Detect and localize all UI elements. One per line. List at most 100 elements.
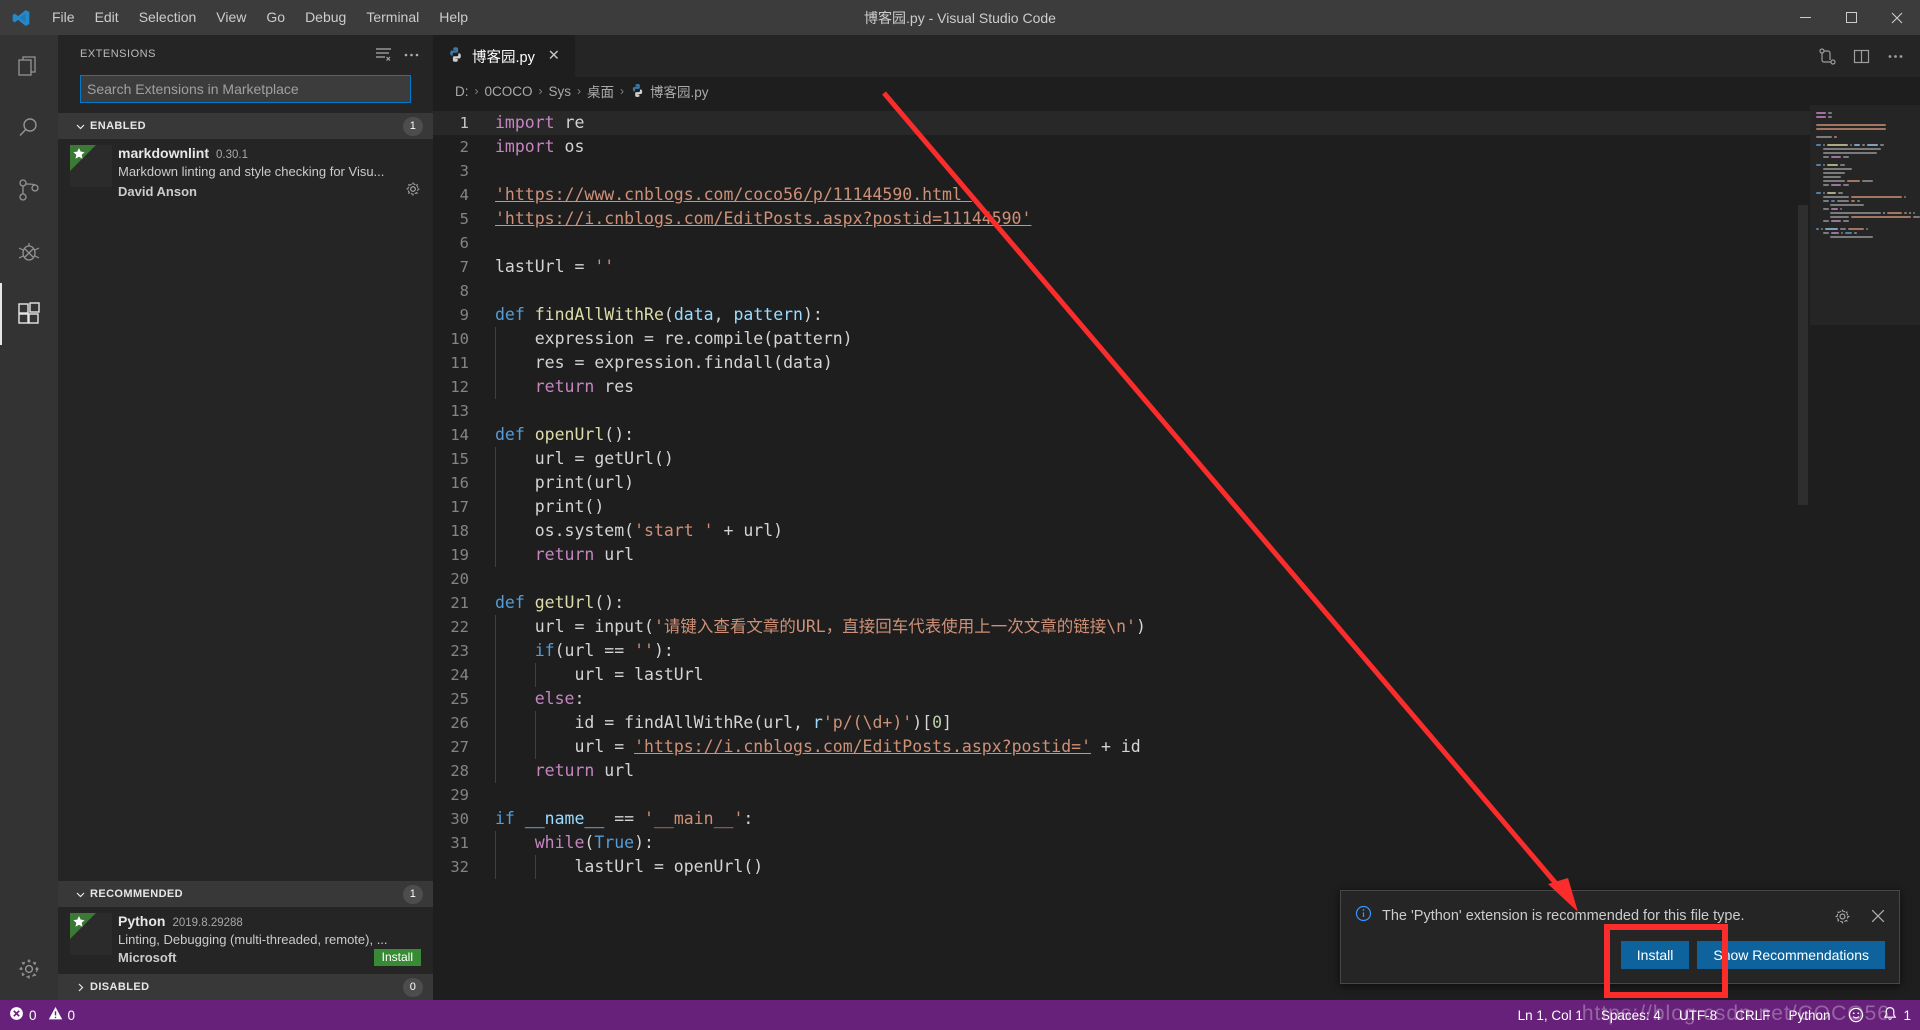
token-plain: url = xyxy=(495,737,634,756)
explorer-files-icon[interactable] xyxy=(0,35,58,97)
breadcrumb-separator: › xyxy=(575,84,583,98)
token-plain: url xyxy=(594,761,634,780)
token-str: 'https://i.cnblogs.com/EditPosts.aspx?po… xyxy=(634,737,1091,756)
python-extension-body: Python 2019.8.29288 Linting, Debugging (… xyxy=(118,913,421,966)
notification-gear-icon[interactable] xyxy=(1829,903,1855,929)
line-text: res = expression.findall(data) xyxy=(495,351,1810,375)
token-kw2: if xyxy=(535,641,555,660)
menu-file[interactable]: File xyxy=(42,0,85,35)
status-feedback-smiley-icon[interactable] xyxy=(1839,1000,1873,1030)
split-editor-icon[interactable] xyxy=(1846,41,1876,71)
indent-guide xyxy=(495,639,496,663)
sidebar-more-actions-icon[interactable] xyxy=(397,40,425,68)
markdownlint-gear-icon[interactable] xyxy=(405,181,421,202)
code-line: 4'https://www.cnblogs.com/coco56/p/11144… xyxy=(433,183,1810,207)
bell-icon xyxy=(1882,1006,1898,1025)
menu-go[interactable]: Go xyxy=(256,0,295,35)
sidebar-header: EXTENSIONS xyxy=(58,35,433,73)
maximize-button[interactable] xyxy=(1828,0,1874,35)
minimap-slider[interactable] xyxy=(1810,105,1920,325)
code-line: 2import os xyxy=(433,135,1810,159)
token-kw: return xyxy=(535,377,595,396)
extension-item-markdownlint[interactable]: markdownlint 0.30.1 Markdown linting and… xyxy=(58,139,433,210)
status-cursor-position[interactable]: Ln 1, Col 1 xyxy=(1509,1000,1592,1030)
breadcrumb-item-desktop[interactable]: 桌面 xyxy=(587,81,614,101)
section-recommended-header[interactable]: RECOMMENDED 1 xyxy=(58,881,433,907)
status-problems[interactable]: 0 0 xyxy=(0,1000,84,1030)
status-notifications[interactable]: 1 xyxy=(1873,1000,1920,1030)
install-button[interactable]: Install xyxy=(1621,941,1690,969)
token-str: '__main__' xyxy=(644,809,743,828)
code-editor[interactable]: 1import re2import os34'https://www.cnblo… xyxy=(433,105,1920,1000)
line-number: 15 xyxy=(433,447,495,471)
menu-debug[interactable]: Debug xyxy=(295,0,356,35)
status-eol[interactable]: CRLF xyxy=(1726,1000,1779,1030)
breadcrumb-item-drive[interactable]: D: xyxy=(455,84,469,99)
tab-close-icon[interactable]: ✕ xyxy=(543,45,565,67)
extensions-icon[interactable] xyxy=(0,283,58,345)
token-kw: while xyxy=(535,833,585,852)
token-plain: print(url) xyxy=(495,473,634,492)
menu-edit-label: Edit xyxy=(95,9,119,25)
menu-edit[interactable]: Edit xyxy=(85,0,129,35)
menu-selection[interactable]: Selection xyxy=(129,0,207,35)
show-recommendations-button[interactable]: Show Recommendations xyxy=(1697,941,1885,969)
search-input[interactable] xyxy=(80,75,411,103)
manage-gear-icon[interactable] xyxy=(0,938,58,1000)
tab-博客园-py[interactable]: 博客园.py ✕ xyxy=(433,35,576,77)
notification-close-icon[interactable] xyxy=(1865,903,1891,929)
token-plain: ( xyxy=(584,833,594,852)
code-line: 26 id = findAllWithRe(url, r'p/(\d+)')[0… xyxy=(433,711,1810,735)
token-num: 0 xyxy=(932,713,942,732)
section-recommended-count: 1 xyxy=(403,885,423,904)
breadcrumb-item-sys[interactable]: Sys xyxy=(549,84,572,99)
run-python-file-icon[interactable] xyxy=(1812,41,1842,71)
editor-more-actions-icon[interactable] xyxy=(1880,41,1910,71)
token-plain: url = input( xyxy=(495,617,654,636)
code-line: 3 xyxy=(433,159,1810,183)
token-fn: openUrl xyxy=(535,425,605,444)
token-plain xyxy=(495,641,535,660)
code-line: 7lastUrl = '' xyxy=(433,255,1810,279)
token-kw2: def xyxy=(495,305,525,324)
breadcrumb-item-0coco[interactable]: 0COCO xyxy=(485,84,533,99)
code-line: 12 return res xyxy=(433,375,1810,399)
minimize-button[interactable] xyxy=(1782,0,1828,35)
code-content[interactable]: 1import re2import os34'https://www.cnblo… xyxy=(433,105,1810,879)
line-number: 25 xyxy=(433,687,495,711)
token-plain xyxy=(495,689,535,708)
line-text: lastUrl = '' xyxy=(495,255,1810,279)
line-number: 23 xyxy=(433,639,495,663)
source-control-icon[interactable] xyxy=(0,159,58,221)
vscode-logo-icon xyxy=(0,0,42,35)
line-text: 'https://i.cnblogs.com/EditPosts.aspx?po… xyxy=(495,207,1810,231)
token-plain: == xyxy=(604,809,644,828)
debug-icon[interactable] xyxy=(0,221,58,283)
token-plain: , xyxy=(714,305,734,324)
line-text: import os xyxy=(495,135,1810,159)
breadcrumb-item-file[interactable]: 博客园.py xyxy=(630,81,709,101)
token-plain: + url) xyxy=(714,521,784,540)
close-button[interactable] xyxy=(1874,0,1920,35)
line-number: 31 xyxy=(433,831,495,855)
line-text: os.system('start ' + url) xyxy=(495,519,1810,543)
token-plain: (url == xyxy=(555,641,634,660)
status-encoding[interactable]: UTF-8 xyxy=(1670,1000,1726,1030)
code-scroll-area[interactable]: 1import re2import os34'https://www.cnblo… xyxy=(433,105,1810,1000)
minimap[interactable] xyxy=(1810,105,1920,1000)
token-var: __name__ xyxy=(525,809,604,828)
section-disabled-header[interactable]: DISABLED 0 xyxy=(58,974,433,1000)
section-enabled-header[interactable]: ENABLED 1 xyxy=(58,113,433,139)
menu-view[interactable]: View xyxy=(206,0,256,35)
line-text: url = input('请键入查看文章的URL，直接回车代表使用上一次文章的链… xyxy=(495,615,1810,639)
menu-file-label: File xyxy=(52,9,75,25)
clear-filter-icon[interactable] xyxy=(369,40,397,68)
search-icon[interactable] xyxy=(0,97,58,159)
status-indentation[interactable]: Spaces: 4 xyxy=(1592,1000,1670,1030)
editor-scrollbar-thumb[interactable] xyxy=(1798,205,1808,505)
extension-item-python[interactable]: Python 2019.8.29288 Linting, Debugging (… xyxy=(58,907,433,974)
sidebar-install-button[interactable]: Install xyxy=(374,949,421,966)
menu-help[interactable]: Help xyxy=(429,0,478,35)
menu-terminal[interactable]: Terminal xyxy=(356,0,429,35)
status-language-mode[interactable]: Python xyxy=(1779,1000,1839,1030)
